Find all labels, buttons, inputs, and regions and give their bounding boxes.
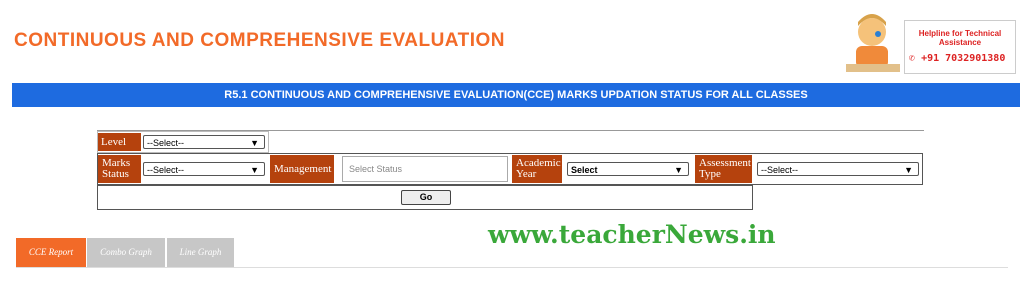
report-banner: R5.1 CONTINUOUS AND COMPREHENSIVE EVALUA… (12, 83, 1020, 107)
assessment-type-value: --Select-- (761, 165, 799, 175)
management-label: Management (270, 155, 334, 183)
page-title: CONTINUOUS AND COMPREHENSIVE EVALUATION (14, 30, 506, 51)
helpline-title: Helpline for Technical Assistance (918, 29, 1002, 47)
tab-underline (16, 267, 1008, 268)
chevron-down-icon: ▼ (674, 165, 683, 175)
helpline-phone: ✆ +91 7032901380 (909, 53, 1015, 64)
academic-year-value: Select (571, 165, 598, 175)
helpline-widget: Helpline for Technical Assistance ✆ +91 … (838, 10, 1018, 76)
tab-cce-report[interactable]: CCE Report (16, 238, 86, 267)
academic-year-select[interactable]: Select ▼ (567, 162, 689, 176)
phone-icon: ✆ (909, 53, 916, 64)
chevron-down-icon: ▼ (904, 165, 913, 175)
level-cell-border (97, 131, 269, 153)
marks-status-label: Marks Status (98, 155, 141, 183)
marks-status-value: --Select-- (147, 165, 185, 175)
marks-status-select[interactable]: --Select-- ▼ (143, 162, 265, 176)
assessment-type-select[interactable]: --Select-- ▼ (757, 162, 919, 176)
support-agent-icon (846, 14, 900, 72)
academic-year-label: Academic Year (512, 155, 562, 183)
helpline-box: Helpline for Technical Assistance ✆ +91 … (904, 20, 1016, 74)
management-input[interactable]: Select Status (342, 156, 508, 182)
helpline-phone-number: +91 7032901380 (921, 53, 1006, 64)
tab-combo-graph[interactable]: Combo Graph (87, 238, 165, 267)
tab-line-graph[interactable]: Line Graph (167, 238, 234, 267)
go-button[interactable]: Go (401, 190, 451, 205)
watermark-text: www.teacherNews.in (488, 220, 776, 249)
chevron-down-icon: ▼ (250, 165, 259, 175)
assessment-type-label: Assessment Type (695, 155, 752, 183)
